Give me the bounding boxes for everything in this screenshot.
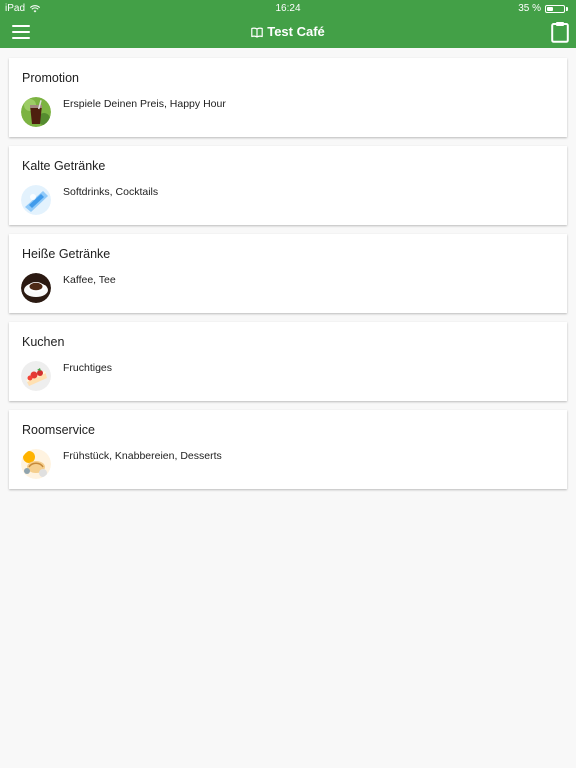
clipboard-icon[interactable] [551, 21, 569, 43]
water-glass-thumbnail [21, 185, 51, 215]
status-time: 16:24 [275, 3, 301, 14]
status-right: 35 % [518, 3, 568, 14]
battery-icon [545, 4, 565, 13]
page-title: Test Café [0, 24, 576, 39]
category-subtitle: Softdrinks, Cocktails [63, 186, 159, 198]
category-title: Heiße Getränke [22, 247, 111, 261]
cola-drink-thumbnail [21, 97, 51, 127]
category-card-promotion[interactable]: Promotion Erspiele Deinen Preis, Happy H… [9, 58, 567, 137]
battery-percent: 35 % [518, 3, 541, 14]
title-text: Test Café [267, 24, 325, 39]
battery-fill [547, 6, 553, 11]
category-subtitle: Erspiele Deinen Preis, Happy Hour [63, 98, 226, 110]
status-bar: iPad 16:24 35 % [0, 0, 576, 16]
category-title: Promotion [22, 71, 79, 85]
category-card-kuchen[interactable]: Kuchen Fruchtiges [9, 322, 567, 401]
category-title: Kalte Getränke [22, 159, 106, 173]
strawberry-cake-thumbnail [21, 361, 51, 391]
category-subtitle: Kaffee, Tee [63, 274, 116, 286]
battery-nub [566, 6, 568, 11]
category-card-heisse-getraenke[interactable]: Heiße Getränke Kaffee, Tee [9, 234, 567, 313]
category-subtitle: Frühstück, Knabbereien, Desserts [63, 450, 222, 462]
category-list: Promotion Erspiele Deinen Preis, Happy H… [9, 58, 567, 498]
category-title: Kuchen [22, 335, 65, 349]
category-title: Roomservice [22, 423, 95, 437]
coffee-cup-thumbnail [21, 273, 51, 303]
book-icon [251, 27, 264, 38]
app-bar: Test Café [0, 16, 576, 48]
category-card-kalte-getraenke[interactable]: Kalte Getränke Softdrinks, Cocktails [9, 146, 567, 225]
category-subtitle: Fruchtiges [63, 362, 113, 374]
breakfast-thumbnail [21, 449, 51, 479]
category-card-roomservice[interactable]: Roomservice Frühstück, Knabbereien, Dess… [9, 410, 567, 489]
